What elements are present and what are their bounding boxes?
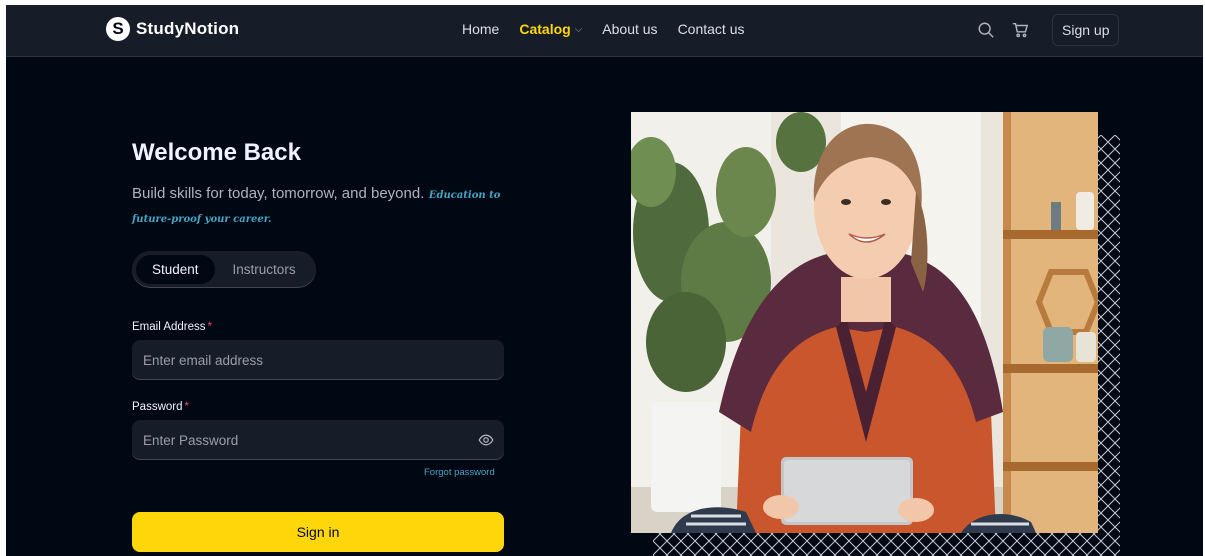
- tab-student[interactable]: Student: [136, 255, 215, 284]
- email-field-wrapper: [132, 340, 504, 380]
- nav-contact-link[interactable]: Contact us: [678, 21, 745, 37]
- brand-name: StudyNotion: [136, 19, 240, 38]
- navbar: S StudyNotion Home Catalog ⌵ About us Co…: [6, 5, 1203, 57]
- password-label: Password *: [132, 401, 189, 413]
- nav-home-link[interactable]: Home: [462, 21, 499, 37]
- logo-icon: S: [106, 17, 130, 41]
- nav-catalog-label: Catalog: [519, 21, 571, 37]
- forgot-password-link[interactable]: Forgot password: [424, 467, 495, 478]
- tab-instructors[interactable]: Instructors: [217, 255, 312, 284]
- password-field[interactable]: [132, 420, 504, 460]
- nav-about-link[interactable]: About us: [602, 21, 657, 37]
- email-field[interactable]: [132, 340, 504, 380]
- search-icon[interactable]: [976, 20, 996, 40]
- student-photo: [631, 112, 1098, 533]
- subtitle-text: Build skills for today, tomorrow, and be…: [132, 185, 425, 202]
- required-mark: *: [207, 321, 212, 333]
- signup-button[interactable]: Sign up: [1052, 14, 1120, 46]
- cart-icon[interactable]: [1010, 20, 1030, 40]
- student-photo-illustration: [631, 112, 1098, 533]
- page-title: Welcome Back: [132, 139, 301, 166]
- app-frame: S StudyNotion Home Catalog ⌵ About us Co…: [6, 5, 1203, 556]
- page-subtitle: Build skills for today, tomorrow, and be…: [132, 183, 512, 231]
- chevron-down-icon: ⌵: [574, 23, 583, 35]
- required-mark: *: [184, 401, 189, 413]
- password-label-text: Password: [132, 401, 183, 413]
- nav-actions: Sign up: [976, 14, 1120, 46]
- account-type-toggle: Student Instructors: [132, 251, 316, 288]
- password-field-wrapper: [132, 420, 504, 460]
- email-label-text: Email Address: [132, 321, 206, 333]
- brand-logo[interactable]: S StudyNotion: [106, 17, 239, 41]
- email-label: Email Address *: [132, 321, 212, 333]
- nav-links: Home Catalog ⌵ About us Contact us: [462, 21, 745, 37]
- nav-catalog-link[interactable]: Catalog ⌵: [519, 21, 582, 37]
- eye-icon[interactable]: [478, 432, 494, 453]
- signin-button[interactable]: Sign in: [132, 512, 504, 552]
